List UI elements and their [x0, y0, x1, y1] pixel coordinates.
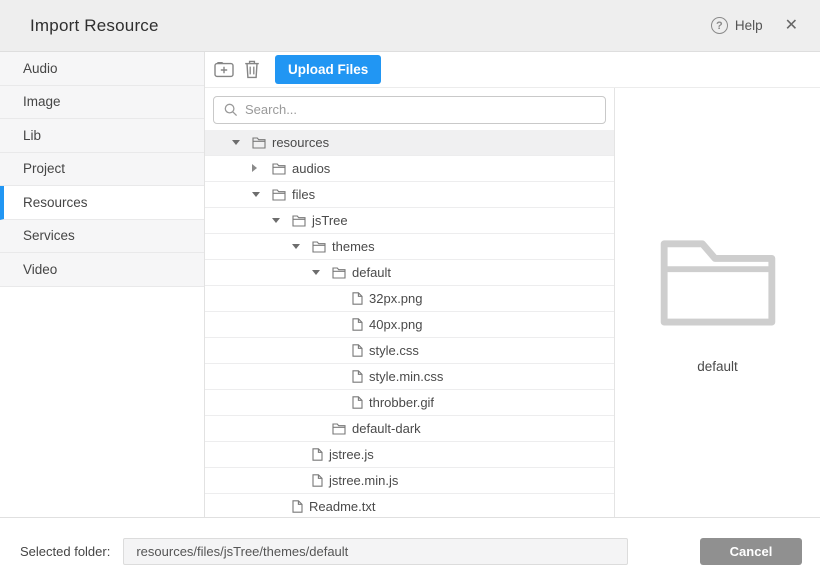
tree-node-label: 32px.png: [369, 291, 423, 306]
tree-node-label: default-dark: [352, 421, 421, 436]
preview-folder-name: default: [697, 359, 738, 374]
file-icon: [352, 396, 363, 409]
sidebar-item-video[interactable]: Video: [0, 253, 204, 287]
selected-folder-path-input[interactable]: [123, 538, 628, 565]
tree-row-style-min-css[interactable]: style.min.css: [205, 364, 614, 390]
toolbar: Upload Files: [205, 52, 820, 88]
tree-node-label: 40px.png: [369, 317, 423, 332]
tree-node-label: jstree.js: [329, 447, 374, 462]
dialog-header: Import Resource ? Help ✕: [0, 0, 820, 52]
triangle-down-icon[interactable]: [272, 218, 292, 223]
folder-icon: [312, 240, 326, 253]
tree-node-label: audios: [292, 161, 330, 176]
category-sidebar: AudioImageLibProjectResourcesServicesVid…: [0, 52, 205, 517]
tree-node-label: default: [352, 265, 391, 280]
new-folder-icon[interactable]: [214, 61, 234, 78]
folder-icon: [292, 214, 306, 227]
close-icon[interactable]: ✕: [785, 18, 798, 34]
tree-node-label: jsTree: [312, 213, 348, 228]
tree-row-jstree[interactable]: jsTree: [205, 208, 614, 234]
folder-icon: [332, 422, 346, 435]
triangle-right-icon[interactable]: [252, 164, 272, 172]
preview-panel: default: [615, 88, 820, 517]
sidebar-item-lib[interactable]: Lib: [0, 119, 204, 153]
search-input[interactable]: [245, 102, 605, 117]
dialog-title: Import Resource: [30, 16, 159, 36]
tree-row-40px-png[interactable]: 40px.png: [205, 312, 614, 338]
selected-folder-label: Selected folder:: [20, 544, 110, 559]
file-icon: [312, 448, 323, 461]
file-tree-panel: resources audios files jsTree themes default 3…: [205, 88, 615, 517]
tree-row-style-css[interactable]: style.css: [205, 338, 614, 364]
file-tree: resources audios files jsTree themes default 3…: [205, 130, 614, 517]
help-icon: ?: [711, 17, 728, 34]
folder-icon: [272, 188, 286, 201]
main-area: Upload Files resources audios files jsTree t…: [205, 52, 820, 517]
file-icon: [352, 344, 363, 357]
folder-icon: [252, 136, 266, 149]
tree-row-readme-txt[interactable]: Readme.txt: [205, 494, 614, 517]
file-icon: [352, 292, 363, 305]
tree-row-default-dark[interactable]: default-dark: [205, 416, 614, 442]
folder-icon: [272, 162, 286, 175]
tree-row-jstree-min-js[interactable]: jstree.min.js: [205, 468, 614, 494]
tree-row-jstree-js[interactable]: jstree.js: [205, 442, 614, 468]
tree-node-label: themes: [332, 239, 375, 254]
dialog-body: AudioImageLibProjectResourcesServicesVid…: [0, 52, 820, 517]
import-resource-dialog: Import Resource ? Help ✕ AudioImageLibPr…: [0, 0, 820, 584]
tree-node-label: files: [292, 187, 315, 202]
help-label: Help: [735, 18, 763, 33]
triangle-down-icon[interactable]: [292, 244, 312, 249]
tree-row-audios[interactable]: audios: [205, 156, 614, 182]
triangle-down-icon[interactable]: [312, 270, 332, 275]
tree-node-label: jstree.min.js: [329, 473, 398, 488]
sidebar-item-services[interactable]: Services: [0, 220, 204, 254]
sidebar-item-audio[interactable]: Audio: [0, 52, 204, 86]
header-actions: ? Help ✕: [711, 17, 798, 34]
sidebar-item-image[interactable]: Image: [0, 86, 204, 120]
folder-icon: [332, 266, 346, 279]
search-icon: [224, 103, 238, 117]
cancel-button[interactable]: Cancel: [700, 538, 802, 565]
tree-node-label: throbber.gif: [369, 395, 434, 410]
file-icon: [312, 474, 323, 487]
delete-icon[interactable]: [244, 60, 260, 79]
sidebar-item-project[interactable]: Project: [0, 153, 204, 187]
triangle-down-icon[interactable]: [252, 192, 272, 197]
file-icon: [352, 318, 363, 331]
tree-row-default[interactable]: default: [205, 260, 614, 286]
large-folder-icon: [658, 234, 778, 327]
file-icon: [292, 500, 303, 513]
triangle-down-icon[interactable]: [232, 140, 252, 145]
tree-row-throbber-gif[interactable]: throbber.gif: [205, 390, 614, 416]
help-button[interactable]: ? Help: [711, 17, 763, 34]
upload-files-button[interactable]: Upload Files: [275, 55, 381, 84]
tree-node-label: resources: [272, 135, 329, 150]
tree-row-32px-png[interactable]: 32px.png: [205, 286, 614, 312]
tree-row-files[interactable]: files: [205, 182, 614, 208]
dialog-footer: Selected folder: Cancel: [0, 517, 820, 584]
tree-row-resources[interactable]: resources: [205, 130, 614, 156]
tree-node-label: Readme.txt: [309, 499, 375, 514]
file-icon: [352, 370, 363, 383]
content-area: resources audios files jsTree themes default 3…: [205, 88, 820, 517]
tree-row-themes[interactable]: themes: [205, 234, 614, 260]
sidebar-item-resources[interactable]: Resources: [0, 186, 204, 220]
tree-node-label: style.min.css: [369, 369, 443, 384]
search-box[interactable]: [213, 96, 606, 124]
tree-node-label: style.css: [369, 343, 419, 358]
